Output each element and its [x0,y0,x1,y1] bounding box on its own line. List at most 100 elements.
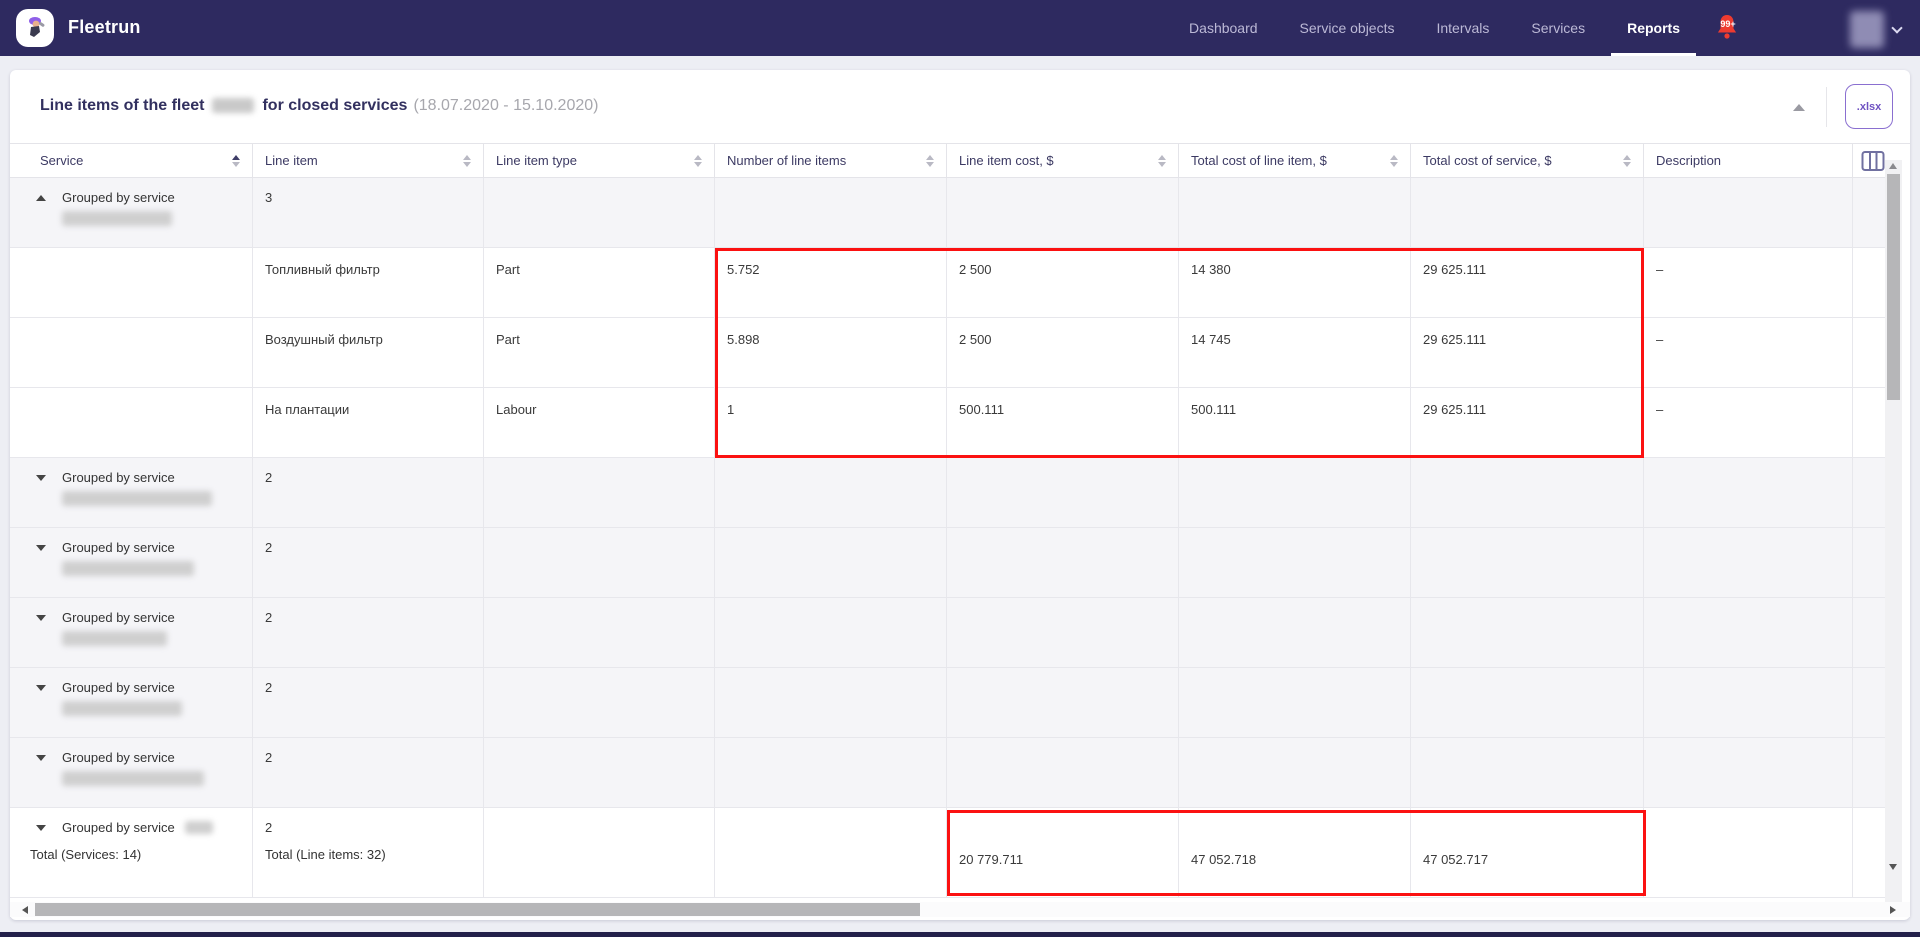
column-header-line-item-cost[interactable]: Line item cost, $ [947,144,1179,178]
column-header-service[interactable]: Service [10,144,253,178]
cell-empty [1179,458,1411,527]
table-row-group[interactable]: Grouped by service 2 [10,528,1892,598]
nav-item-service-objects[interactable]: Service objects [1284,0,1411,56]
sort-asc-icon [1390,155,1398,160]
table-row-group[interactable]: Grouped by service2 [10,458,1892,528]
sort-arrows-icon[interactable] [694,155,702,167]
cell-line-item-type: Part [484,318,715,387]
cell-number-of-line-items: 5.752 [715,248,947,317]
header-divider [1826,87,1827,127]
sort-arrows-icon[interactable] [1158,155,1166,167]
cell-empty [1179,598,1411,667]
nav-item-reports[interactable]: Reports [1611,0,1696,56]
cell-total-cost-of-service: 29 625.111 [1411,318,1644,387]
vertical-scrollbar-thumb[interactable] [1887,174,1900,400]
column-header-total-cost-of-service[interactable]: Total cost of service, $ [1411,144,1644,178]
collapse-report-button[interactable] [1793,104,1805,111]
cell-empty [1179,668,1411,737]
group-label: Grouped by service [62,820,175,835]
expand-group-icon[interactable] [36,545,46,551]
group-toggle[interactable]: Grouped by service [10,470,242,485]
table-row-line-item: Топливный фильтрPart5.7522 50014 38029 6… [10,248,1892,318]
sort-arrows-icon[interactable] [463,155,471,167]
service-cell-empty [10,388,253,457]
user-menu-redacted[interactable] [1850,11,1884,48]
cell-empty [1411,668,1644,737]
cell-empty [1179,528,1411,597]
expand-group-icon[interactable] [36,755,46,761]
group-count-cell: 2 [253,668,484,737]
sort-asc-icon [926,155,934,160]
sort-arrows-icon[interactable] [1390,155,1398,167]
cell-empty [947,598,1179,667]
group-toggle[interactable]: Grouped by service [10,610,242,625]
column-header-total-cost-of-line-item[interactable]: Total cost of line item, $ [1179,144,1411,178]
horizontal-scrollbar-thumb[interactable] [35,903,920,916]
group-toggle[interactable]: Grouped by service [10,540,242,555]
nav-item-dashboard[interactable]: Dashboard [1173,0,1274,56]
group-toggle[interactable]: Grouped by service [10,820,242,835]
group-label: Grouped by service [62,190,175,205]
service-group-cell: Grouped by service [10,178,253,247]
sort-arrows-icon[interactable] [1623,155,1631,167]
scroll-up-arrow-icon[interactable] [1889,163,1897,169]
sort-desc-icon [1623,162,1631,167]
expand-group-icon[interactable] [36,475,46,481]
group-line-item-count: 2 [253,540,473,555]
cell-empty [947,528,1179,597]
column-header-line-item[interactable]: Line item [253,144,484,178]
sort-asc-icon [232,155,240,160]
column-header-line-item-type[interactable]: Line item type [484,144,715,178]
sort-arrows-icon[interactable] [926,155,934,167]
cell-empty [947,178,1179,247]
notifications-bell-icon[interactable]: 99+ [1714,13,1742,45]
sort-arrows-icon[interactable] [232,155,240,167]
table-row-group[interactable]: Grouped by service2 [10,738,1892,808]
group-toggle[interactable]: Grouped by service [10,190,242,205]
table-row-group-with-total[interactable]: Grouped by serviceTotal (Services: 14)2T… [10,808,1892,898]
export-xlsx-button[interactable]: .xlsx [1845,84,1893,129]
report-card: Line items of the fleetfor closed servic… [10,70,1910,920]
fleet-name-redacted [212,98,254,113]
cell-empty [1644,528,1853,597]
chevron-down-icon[interactable] [1891,22,1902,33]
report-title-suffix: for closed services [262,97,407,114]
group-count-cell: 2 [253,598,484,667]
sort-desc-icon [694,162,702,167]
group-label: Grouped by service [62,540,175,555]
nav-item-intervals[interactable]: Intervals [1420,0,1505,56]
cell-empty [484,178,715,247]
cell-empty [484,528,715,597]
sort-desc-icon [1390,162,1398,167]
cell-line-item: Воздушный фильтр [253,318,484,387]
group-label: Grouped by service [62,610,175,625]
group-count-cell: 2Total (Line items: 32) [253,808,484,897]
horizontal-scrollbar[interactable] [10,902,1910,917]
fleetrun-logo-icon[interactable] [16,9,54,47]
scroll-left-arrow-icon[interactable] [22,906,28,914]
group-toggle[interactable]: Grouped by service [10,750,242,765]
group-toggle[interactable]: Grouped by service [10,680,242,695]
cell-empty [947,668,1179,737]
column-header-description[interactable]: Description [1644,144,1853,178]
vertical-scrollbar[interactable] [1885,160,1902,916]
column-header-number-of-line-items[interactable]: Number of line items [715,144,947,178]
cell-empty [484,808,715,897]
scroll-down-arrow-icon[interactable] [1889,864,1897,870]
table-row-group[interactable]: Grouped by service 2 [10,598,1892,668]
table-row-group[interactable]: Grouped by service3 [10,178,1892,248]
group-label: Grouped by service [62,470,175,485]
service-group-cell: Grouped by service [10,598,253,667]
expand-group-icon[interactable] [36,825,46,831]
cell-empty [484,458,715,527]
expand-group-icon[interactable] [36,615,46,621]
collapse-group-icon[interactable] [36,195,46,201]
cell-description: – [1644,248,1853,317]
nav-item-services[interactable]: Services [1515,0,1601,56]
expand-group-icon[interactable] [36,685,46,691]
table-row-group[interactable]: Grouped by service 2 [10,668,1892,738]
cell-description: – [1644,388,1853,457]
cell-line-item-cost: 2 500 [947,248,1179,317]
cell-empty [1411,528,1644,597]
scroll-right-arrow-icon[interactable] [1890,906,1896,914]
